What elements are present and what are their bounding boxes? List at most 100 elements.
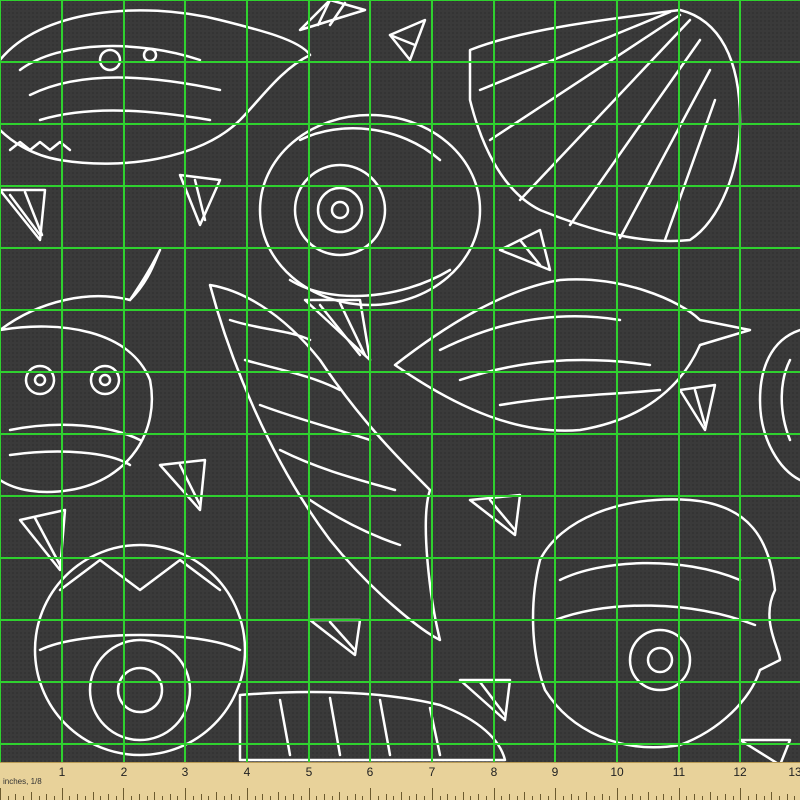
- ruler-tick: [323, 794, 325, 800]
- ruler-tick: [771, 792, 773, 800]
- ruler-tick: [354, 794, 356, 800]
- ruler-tick: [424, 796, 426, 800]
- ruler-tick: [131, 796, 133, 800]
- ruler-number: 2: [120, 765, 128, 779]
- ruler-tick: [285, 796, 287, 800]
- ruler-tick: [516, 796, 518, 800]
- ruler-tick: [223, 796, 225, 800]
- ruler-tick: [154, 792, 156, 800]
- ruler-tick: [239, 796, 241, 800]
- ruler-number: 10: [610, 765, 624, 779]
- ruler-tick: [192, 796, 194, 800]
- ruler-tick: [177, 796, 179, 800]
- ruler-tick: [254, 796, 256, 800]
- ruler-tick: [586, 792, 588, 800]
- ruler-tick: [53, 796, 55, 800]
- ruler-tick: [470, 796, 472, 800]
- ruler-tick: [478, 794, 480, 800]
- ruler-tick: [755, 794, 757, 800]
- ruler-tick: [617, 788, 618, 800]
- ruler-tick: [23, 796, 25, 800]
- ruler-tick: [77, 794, 79, 800]
- ruler-tick: [308, 788, 310, 800]
- ruler-tick: [632, 794, 634, 800]
- ruler-tick: [663, 794, 665, 800]
- ruler-number: 13: [788, 765, 800, 779]
- ruler-tick: [570, 794, 572, 800]
- ruler-tick: [686, 796, 688, 800]
- ruler-tick: [524, 792, 526, 800]
- ruler-tick: [485, 796, 487, 800]
- ruler-tick: [200, 794, 202, 800]
- ruler-tick: [748, 796, 750, 800]
- ruler-tick: [455, 796, 457, 800]
- ruler-tick: [69, 796, 71, 800]
- ruler-tick: [509, 794, 511, 800]
- ruler-tick: [61, 788, 63, 800]
- ruler-tick: [539, 794, 541, 800]
- ruler-tick: [447, 794, 449, 800]
- ruler-tick: [609, 796, 611, 800]
- ruler-tick: [293, 794, 295, 800]
- ruler-tick: [732, 796, 734, 800]
- ruler-number: 5: [305, 765, 313, 779]
- ruler-tick: [578, 796, 580, 800]
- ruler-tick: [38, 796, 40, 800]
- ruler-unit-label: inches, 1/8: [3, 777, 42, 786]
- ruler-tick: [331, 796, 333, 800]
- ruler-tick: [0, 788, 1, 800]
- ruler-tick: [439, 796, 441, 800]
- ruler-tick: [300, 796, 302, 800]
- ruler-tick: [563, 796, 564, 800]
- ruler-tick: [670, 796, 672, 800]
- ruler-tick: [377, 796, 379, 800]
- ruler-tick: [786, 794, 788, 800]
- ruler-tick: [555, 788, 557, 800]
- ruler-tick: [416, 794, 418, 800]
- ruler-tick: [385, 794, 387, 800]
- ruler-tick: [146, 796, 148, 800]
- ruler-tick: [138, 794, 140, 800]
- ruler-number: 11: [672, 765, 686, 779]
- ruler-tick: [763, 796, 765, 800]
- ruler-tick: [401, 792, 403, 800]
- ruler-number: 4: [243, 765, 251, 779]
- ruler-number: 6: [366, 765, 374, 779]
- ruler-number: 1: [58, 765, 66, 779]
- ruler-tick: [347, 796, 349, 800]
- ruler-tick: [393, 796, 395, 800]
- ruler-tick: [262, 794, 264, 800]
- ruler-tick: [709, 792, 711, 800]
- ruler-number: 3: [181, 765, 189, 779]
- ruler-tick: [339, 792, 341, 800]
- ruler-number: 7: [428, 765, 436, 779]
- ruler-tick: [431, 788, 433, 800]
- ruler-tick: [593, 796, 595, 800]
- ruler-tick: [532, 796, 534, 800]
- ruler-tick: [647, 792, 649, 800]
- ruler-tick: [794, 796, 796, 800]
- seashell-pattern-image: [0, 0, 800, 800]
- ruler-number: 9: [551, 765, 559, 779]
- ruler-tick: [547, 796, 549, 800]
- ruler-tick: [84, 796, 86, 800]
- ruler-tick: [717, 796, 719, 800]
- ruler-tick: [316, 796, 318, 800]
- ruler-tick: [740, 788, 742, 800]
- ruler-tick: [161, 796, 163, 800]
- ruler-tick: [462, 792, 464, 800]
- ruler-tick: [269, 796, 271, 800]
- ruler-tick: [100, 796, 102, 800]
- ruler-tick: [7, 796, 9, 800]
- ruler-tick: [362, 796, 364, 800]
- ruler-tick: [640, 796, 642, 800]
- ruler-tick: [778, 796, 780, 800]
- ruler-tick: [655, 796, 657, 800]
- ruler-number: 12: [733, 765, 747, 779]
- ruler-tick: [115, 796, 117, 800]
- ruler-tick: [408, 796, 410, 800]
- ruler-tick: [46, 794, 48, 800]
- fabric-swatch: inches, 1/8 1 2 3 4 5 6 7 8 9 10 11 12 1…: [0, 0, 800, 800]
- ruler-tick: [208, 796, 210, 800]
- ruler-tick: [231, 794, 233, 800]
